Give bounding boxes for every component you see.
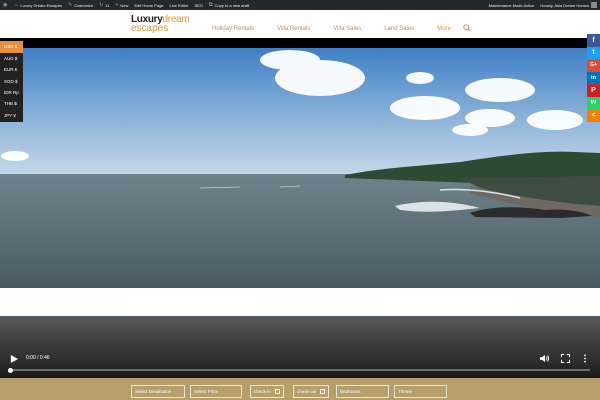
admin-maintenance[interactable]: Maintenance Mode Active (486, 2, 538, 8)
admin-copy-draft[interactable]: ⧉ Copy to a new draft (206, 2, 252, 8)
plus-icon: + (115, 2, 119, 8)
fullscreen-icon[interactable] (561, 354, 570, 363)
currency-jpy[interactable]: JPY ¥ (0, 110, 23, 122)
checkin-input[interactable]: check-in (250, 385, 284, 398)
twitter-icon[interactable]: t (587, 46, 600, 59)
video-controls: 0:00 / 0:46 (0, 350, 600, 378)
price-select[interactable]: Select Price (190, 385, 242, 398)
brush-icon: ✎ (67, 2, 73, 8)
admin-howdy[interactable]: Howdy, Asia Dream Homes (537, 2, 600, 8)
avatar (591, 2, 597, 8)
video-progress-bar[interactable] (8, 367, 590, 373)
site-header: Luxurydream escapes Holiday Rentals Vill… (0, 10, 600, 38)
google-plus-icon[interactable]: G+ (587, 59, 600, 72)
calendar-icon (320, 389, 325, 394)
currency-idr[interactable]: IDR Rp (0, 87, 23, 99)
copy-icon: ⧉ (208, 2, 213, 8)
calendar-icon (275, 389, 280, 394)
currency-usd[interactable]: USD $ (0, 41, 23, 53)
hero-video[interactable] (0, 48, 600, 288)
site-logo[interactable]: Luxurydream escapes (131, 15, 190, 34)
booking-search-bar: Select Destination Select Price check-in… (0, 378, 600, 400)
admin-new[interactable]: + New (112, 2, 131, 8)
volume-icon[interactable] (540, 354, 549, 363)
progress-handle[interactable] (8, 367, 13, 373)
nav-more[interactable]: More (437, 26, 451, 32)
currency-aud[interactable]: AUD $ (0, 52, 23, 64)
nav-villa-rentals[interactable]: Villa Rentals (277, 26, 310, 32)
social-share-bar: f t G+ in P w < (587, 34, 600, 122)
currency-thb[interactable]: THB ฿ (0, 98, 23, 110)
video-frame (0, 48, 600, 288)
nav-holiday-rentals[interactable]: Holiday Rentals (212, 26, 254, 32)
nav-land-sales[interactable]: Land Sales (384, 26, 414, 32)
bedrooms-select[interactable]: Bedrooms (336, 385, 389, 398)
refresh-icon: ↻ (99, 2, 104, 8)
home-icon: ⌂ (15, 2, 19, 8)
wordpress-icon: ◉ (3, 2, 8, 8)
admin-customize[interactable]: ✎ Customize (65, 2, 96, 8)
logo-word-escapes: escapes (131, 23, 169, 34)
admin-site-name[interactable]: ⌂ Luxury Dream Escapes (12, 2, 65, 8)
share-icon[interactable]: < (587, 109, 600, 122)
checkout-input[interactable]: check-out (293, 385, 329, 398)
admin-updates[interactable]: ↻ 11 (96, 2, 112, 8)
currency-switcher: USD $ AUD $ EUR € SGD $ IDR Rp THB ฿ JPY… (0, 41, 23, 122)
admin-live-editor[interactable]: Live Editor (167, 3, 192, 8)
wp-logo[interactable]: ◉ (0, 2, 12, 8)
play-icon[interactable] (10, 355, 18, 363)
destination-select[interactable]: Select Destination (131, 385, 185, 398)
search-icon[interactable] (463, 24, 471, 32)
currency-eur[interactable]: EUR € (0, 64, 23, 76)
admin-bar: ◉ ⌂ Luxury Dream Escapes ✎ Customize ↻ 11 +… (0, 0, 600, 10)
page: ◉ ⌂ Luxury Dream Escapes ✎ Customize ↻ 11 +… (0, 0, 600, 400)
nav-villa-sales[interactable]: Villa Sales (333, 26, 361, 32)
video-top-bar (0, 38, 600, 48)
admin-seo[interactable]: SEO (191, 3, 205, 8)
linkedin-icon[interactable]: in (587, 71, 600, 84)
more-options-icon[interactable] (582, 354, 588, 363)
whatsapp-icon[interactable]: w (587, 96, 600, 109)
facebook-icon[interactable]: f (587, 34, 600, 47)
main-nav: Holiday Rentals Villa Rentals Villa Sale… (212, 26, 474, 32)
theme-select[interactable]: Theme (394, 385, 447, 398)
video-time: 0:00 / 0:46 (26, 355, 50, 361)
video-white-gap (0, 288, 600, 316)
admin-edit-home[interactable]: Edit Home Page (131, 3, 166, 8)
pinterest-icon[interactable]: P (587, 84, 600, 97)
currency-sgd[interactable]: SGD $ (0, 75, 23, 87)
